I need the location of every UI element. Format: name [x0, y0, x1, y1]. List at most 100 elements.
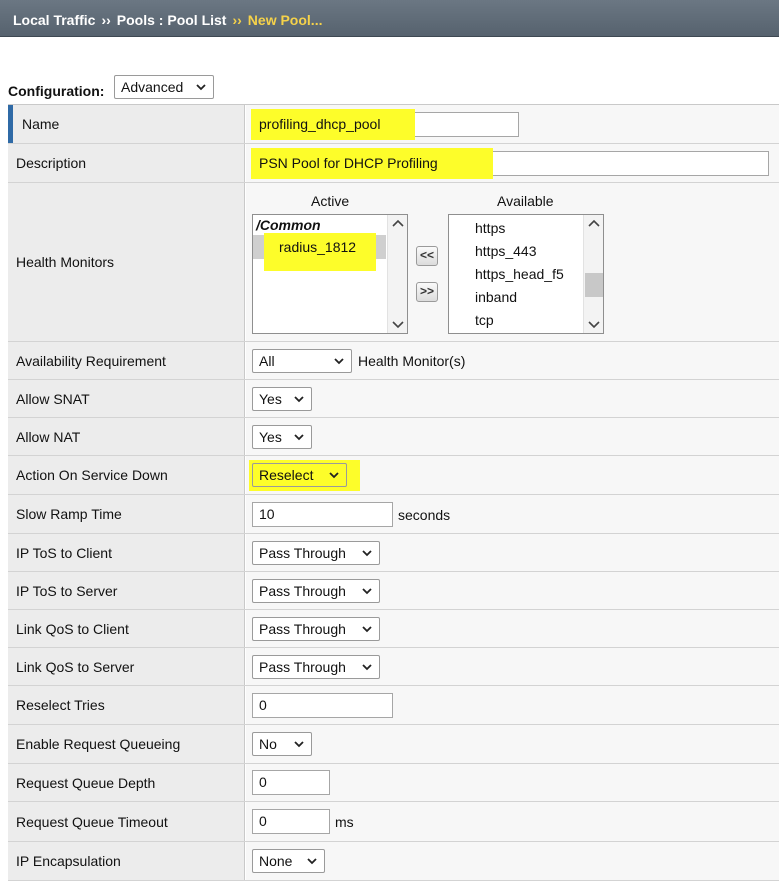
breadcrumb-current: New Pool...	[247, 12, 323, 28]
row-reselect-tries: Reselect Tries 0	[8, 686, 779, 725]
active-header: Active	[311, 193, 350, 209]
chevron-down-icon	[306, 855, 318, 867]
available-monitor-item[interactable]: https_443	[475, 243, 537, 259]
chevron-down-icon	[195, 81, 207, 93]
request-queue-depth-label: Request Queue Depth	[8, 764, 245, 801]
available-monitor-item[interactable]: tcp	[475, 312, 494, 328]
allow-snat-select[interactable]: Yes	[252, 387, 312, 411]
active-monitor-item[interactable]: radius_1812	[279, 239, 356, 255]
chevron-down-icon	[328, 469, 340, 481]
chevron-down-icon	[293, 393, 305, 405]
ip-tos-server-select[interactable]: Pass Through	[252, 579, 380, 603]
breadcrumb-pool-list[interactable]: Pools : Pool List	[117, 12, 227, 28]
available-monitor-item[interactable]: https_head_f5	[475, 266, 564, 282]
availability-requirement-select[interactable]: All	[252, 349, 352, 373]
ip-tos-client-select[interactable]: Pass Through	[252, 541, 380, 565]
name-label: Name	[8, 105, 245, 143]
row-health-monitors: Health Monitors Active Available /Common…	[8, 183, 779, 342]
description-label: Description	[8, 144, 245, 182]
action-on-service-down-label: Action On Service Down	[8, 456, 245, 494]
ip-tos-client-value: Pass Through	[259, 545, 346, 561]
active-monitors-list[interactable]: /Common radius_1812	[252, 214, 408, 334]
row-request-queue-depth: Request Queue Depth 0	[8, 764, 779, 802]
ip-tos-client-label: IP ToS to Client	[8, 534, 245, 571]
link-qos-server-value: Pass Through	[259, 659, 346, 675]
row-link-qos-server: Link QoS to Server Pass Through	[8, 648, 779, 686]
request-queue-depth-input[interactable]: 0	[252, 770, 330, 795]
request-queue-timeout-label: Request Queue Timeout	[8, 802, 245, 841]
enable-request-queueing-label: Enable Request Queueing	[8, 725, 245, 763]
pool-form: Name profiling_dhcp_pool Description PSN…	[8, 104, 779, 881]
ip-tos-server-value: Pass Through	[259, 583, 346, 599]
chevron-down-icon	[293, 738, 305, 750]
remove-monitor-button[interactable]: >>	[416, 282, 438, 302]
chevron-down-icon	[361, 623, 373, 635]
name-input[interactable]: profiling_dhcp_pool	[251, 109, 519, 140]
row-ip-encapsulation: IP Encapsulation None	[8, 842, 779, 881]
link-qos-server-label: Link QoS to Server	[8, 648, 245, 685]
row-allow-nat: Allow NAT Yes	[8, 418, 779, 456]
link-qos-client-value: Pass Through	[259, 621, 346, 637]
slow-ramp-time-input[interactable]: 10	[252, 502, 393, 527]
row-ip-tos-server: IP ToS to Server Pass Through	[8, 572, 779, 610]
chevron-down-icon	[333, 355, 345, 367]
availability-requirement-value: All	[259, 353, 275, 369]
reselect-tries-input[interactable]: 0	[252, 693, 393, 718]
ms-suffix: ms	[335, 814, 354, 830]
row-action-on-service-down: Action On Service Down Reselect	[8, 456, 779, 495]
available-monitors-list[interactable]: https https_443 https_head_f5 inband tcp	[448, 214, 604, 334]
ip-tos-server-label: IP ToS to Server	[8, 572, 245, 609]
enable-request-queueing-select[interactable]: No	[252, 732, 312, 756]
request-queue-timeout-input[interactable]: 0	[252, 809, 330, 834]
available-monitor-item[interactable]: https	[475, 220, 505, 236]
health-monitors-label: Health Monitors	[8, 183, 245, 341]
chevron-down-icon	[293, 431, 305, 443]
configuration-value: Advanced	[121, 79, 184, 95]
allow-nat-select[interactable]: Yes	[252, 425, 312, 449]
name-value: profiling_dhcp_pool	[259, 116, 381, 132]
configuration-select[interactable]: Advanced	[114, 75, 214, 99]
link-qos-client-select[interactable]: Pass Through	[252, 617, 380, 641]
health-monitor-suffix: Health Monitor(s)	[358, 353, 466, 369]
breadcrumb-separator: ››	[232, 12, 242, 28]
enable-request-queueing-value: No	[259, 736, 277, 752]
allow-snat-value: Yes	[259, 391, 282, 407]
action-on-service-down-select[interactable]: Reselect	[252, 463, 347, 487]
ip-encapsulation-label: IP Encapsulation	[8, 842, 245, 880]
breadcrumb-local-traffic[interactable]: Local Traffic	[13, 12, 95, 28]
breadcrumb: Local Traffic ›› Pools : Pool List ›› New Po…	[13, 12, 322, 28]
available-monitor-item[interactable]: inband	[475, 289, 517, 305]
chevron-down-icon	[361, 585, 373, 597]
ip-encapsulation-value: None	[259, 853, 293, 869]
description-input[interactable]: PSN Pool for DHCP Profiling	[251, 148, 769, 179]
row-description: Description PSN Pool for DHCP Profiling	[8, 144, 779, 183]
row-availability-requirement: Availability Requirement All Health Moni…	[8, 342, 779, 380]
link-qos-client-label: Link QoS to Client	[8, 610, 245, 647]
ip-encapsulation-select[interactable]: None	[252, 849, 325, 873]
allow-nat-label: Allow NAT	[8, 418, 245, 455]
active-list-scrollbar[interactable]	[387, 215, 407, 333]
chevron-down-icon	[361, 547, 373, 559]
breadcrumb-separator: ››	[101, 12, 111, 28]
configuration-label: Configuration:	[8, 83, 105, 99]
reselect-tries-label: Reselect Tries	[8, 686, 245, 724]
available-header: Available	[497, 193, 554, 209]
link-qos-server-select[interactable]: Pass Through	[252, 655, 380, 679]
row-name: Name profiling_dhcp_pool	[8, 105, 779, 144]
allow-snat-label: Allow SNAT	[8, 380, 245, 417]
add-monitor-button[interactable]: <<	[416, 246, 438, 266]
row-enable-request-queueing: Enable Request Queueing No	[8, 725, 779, 764]
description-value: PSN Pool for DHCP Profiling	[259, 155, 438, 171]
header-bar: Local Traffic ›› Pools : Pool List ›› New Po…	[0, 0, 779, 37]
action-on-service-down-value: Reselect	[259, 467, 314, 483]
chevron-down-icon	[361, 661, 373, 673]
row-allow-snat: Allow SNAT Yes	[8, 380, 779, 418]
row-slow-ramp-time: Slow Ramp Time 10 seconds	[8, 495, 779, 534]
available-list-scrollbar[interactable]	[583, 215, 603, 333]
row-request-queue-timeout: Request Queue Timeout 0 ms	[8, 802, 779, 842]
row-link-qos-client: Link QoS to Client Pass Through	[8, 610, 779, 648]
slow-ramp-time-label: Slow Ramp Time	[8, 495, 245, 533]
row-ip-tos-client: IP ToS to Client Pass Through	[8, 534, 779, 572]
active-group-heading: /Common	[256, 217, 321, 233]
availability-requirement-label: Availability Requirement	[8, 342, 245, 379]
